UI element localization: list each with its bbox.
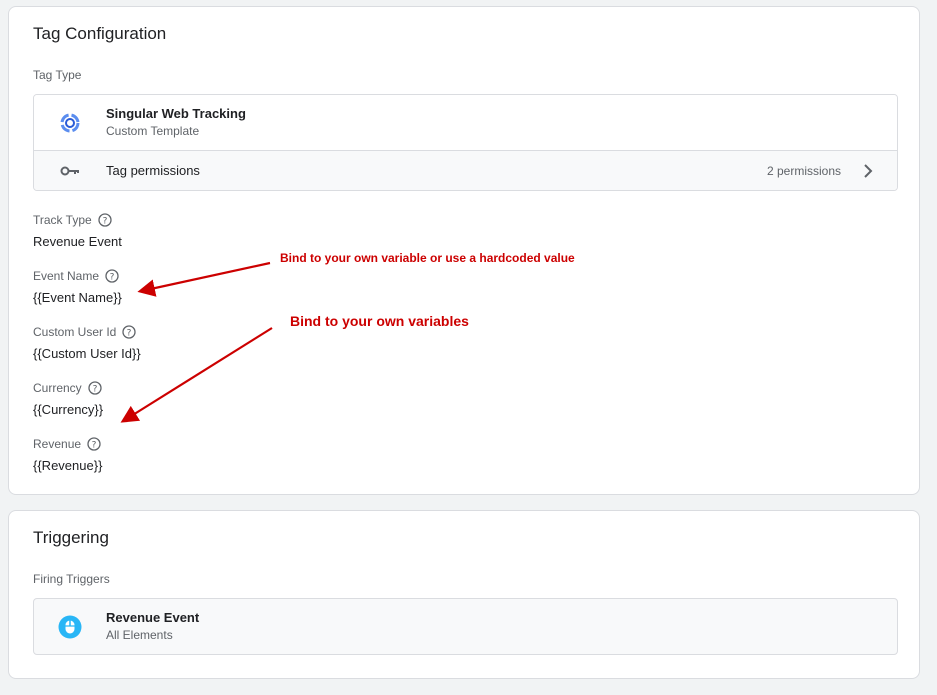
svg-text:?: ?	[102, 216, 107, 226]
trigger-row[interactable]: Revenue Event All Elements	[33, 598, 898, 655]
singular-logo-icon	[60, 113, 80, 133]
trigger-name: Revenue Event	[106, 610, 200, 625]
field-value: {{Currency}}	[33, 402, 104, 417]
field-value: {{Custom User Id}}	[33, 346, 141, 361]
svg-text:?: ?	[92, 384, 97, 394]
help-icon[interactable]: ?	[98, 213, 112, 227]
tag-permissions-row[interactable]: Tag permissions 2 permissions	[34, 150, 897, 190]
help-icon[interactable]: ?	[88, 381, 102, 395]
trigger-subtitle: All Elements	[106, 628, 173, 642]
annotation-hardcoded-note: Bind to your own variable or use a hardc…	[280, 251, 575, 265]
triggering-card: Triggering Firing Triggers Revenue Event…	[8, 510, 920, 679]
svg-text:?: ?	[127, 328, 132, 338]
annotation-variables-note: Bind to your own variables	[290, 313, 469, 329]
tag-type-name: Singular Web Tracking	[106, 106, 246, 121]
field-value: Revenue Event	[33, 234, 122, 249]
help-icon[interactable]: ?	[122, 325, 137, 339]
field-label: Event Name	[33, 268, 100, 283]
field-currency: Currency? {{Currency}}	[33, 379, 103, 417]
field-custom-user-id: Custom User Id? {{Custom User Id}}	[33, 323, 141, 361]
key-icon	[60, 166, 79, 176]
field-value: {{Event Name}}	[33, 290, 122, 305]
svg-text:?: ?	[92, 440, 97, 450]
tag-type-row[interactable]: Singular Web Tracking Custom Template	[34, 95, 897, 150]
help-icon[interactable]: ?	[87, 437, 101, 451]
field-event-name: Event Name? {{Event Name}}	[33, 267, 122, 305]
help-icon[interactable]: ?	[105, 269, 119, 283]
tag-permissions-count: 2 permissions	[766, 164, 841, 178]
tag-type-label: Tag Type	[33, 68, 82, 82]
tag-permissions-label: Tag permissions	[106, 163, 200, 178]
field-label: Revenue	[33, 436, 82, 451]
triggering-title: Triggering	[33, 528, 109, 547]
chevron-right-icon[interactable]	[861, 162, 875, 180]
firing-triggers-label: Firing Triggers	[33, 572, 110, 586]
field-revenue: Revenue? {{Revenue}}	[33, 435, 102, 473]
mouse-click-icon	[58, 615, 82, 639]
field-value: {{Revenue}}	[33, 458, 103, 473]
svg-text:?: ?	[110, 272, 115, 282]
field-label: Track Type	[33, 212, 92, 227]
tag-type-box: Singular Web Tracking Custom Template Ta…	[33, 94, 898, 191]
tag-configuration-title: Tag Configuration	[33, 24, 167, 43]
field-label: Currency	[33, 380, 82, 395]
field-label: Custom User Id	[33, 324, 117, 339]
tag-type-subtitle: Custom Template	[106, 124, 200, 138]
field-track-type: Track Type? Revenue Event	[33, 211, 122, 249]
